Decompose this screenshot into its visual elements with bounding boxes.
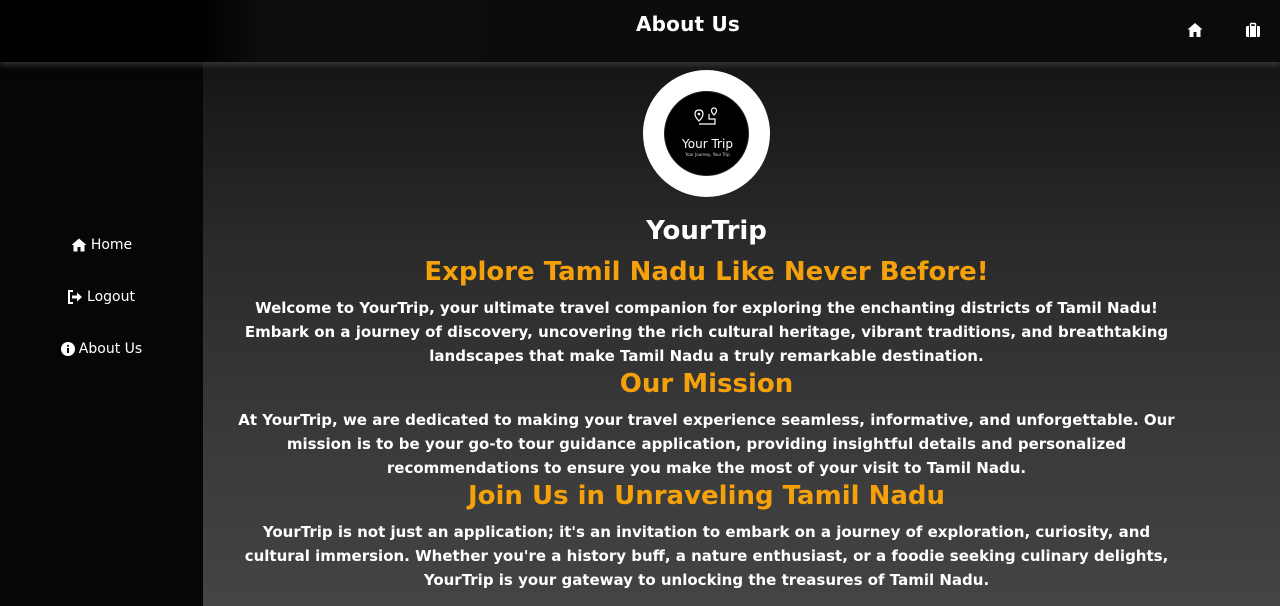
sidebar-item-label: About Us	[78, 341, 143, 357]
sidebar-item-home[interactable]: Home	[0, 233, 203, 257]
section-body-explore: Welcome to YourTrip, your ultimate trave…	[244, 299, 1169, 365]
logout-icon	[68, 290, 83, 304]
sidebar-item-about[interactable]: About Us	[0, 337, 203, 361]
logo-tagline: Your Journey, Your Trip	[685, 152, 730, 157]
logo-badge: Your Trip Your Journey, Your Trip	[664, 91, 749, 176]
home-icon[interactable]	[1186, 21, 1204, 39]
logo: Your Trip Your Journey, Your Trip	[643, 70, 770, 197]
map-pin-icon	[694, 107, 718, 125]
home-icon	[71, 238, 87, 252]
main-content: Your Trip Your Journey, Your Trip YourTr…	[203, 62, 1280, 606]
sidebar-item-label: Home	[90, 237, 133, 253]
sidebar-item-logout[interactable]: Logout	[0, 285, 203, 309]
section-heading-mission: Our Mission	[619, 369, 794, 399]
sidebar: Home Logout About Us	[0, 62, 203, 606]
sidebar-item-label: Logout	[87, 289, 135, 305]
briefcase-icon[interactable]	[1244, 21, 1262, 39]
page-title: About Us	[635, 12, 741, 36]
top-bar: About Us	[0, 0, 1280, 62]
logo-name: Your Trip	[682, 137, 733, 151]
section-heading-explore: Explore Tamil Nadu Like Never Before!	[424, 257, 989, 287]
section-heading-join: Join Us in Unraveling Tamil Nadu	[467, 481, 945, 511]
section-body-join: YourTrip is not just an application; it'…	[244, 523, 1169, 589]
section-body-mission: At YourTrip, we are dedicated to making …	[238, 411, 1175, 477]
brand-name: YourTrip	[646, 216, 767, 246]
info-icon	[60, 342, 75, 356]
